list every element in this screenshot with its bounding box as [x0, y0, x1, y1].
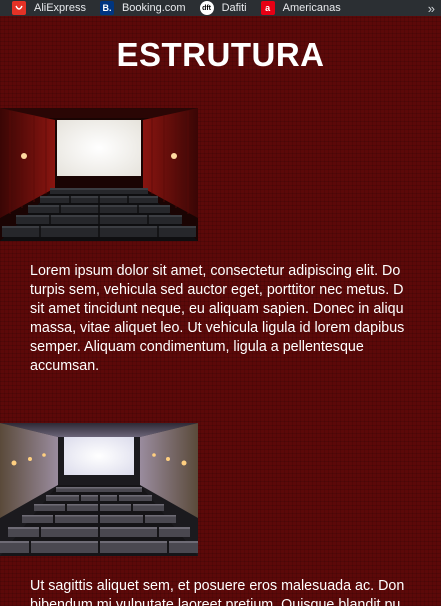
text-line: sit amet tincidunt neque, eu aliquam sap… — [30, 301, 404, 317]
bookmark-label: Booking.com — [121, 2, 186, 14]
text-line: Ut sagittis aliquet sem, et posuere eros… — [30, 578, 405, 594]
text-line: bibendum mi vulputate laoreet pretium. Q… — [30, 597, 401, 606]
text-line: massa, vitae aliquet leo. Ut vehicula li… — [30, 320, 405, 336]
text-line: accumsan. — [30, 358, 100, 374]
bookmark-label: Dafiti — [221, 2, 247, 14]
bookmark-label: AliExpress — [34, 2, 86, 14]
text-line: semper. Aliquam condimentum, ligula a pe… — [30, 339, 364, 355]
bookmark-booking[interactable]: B. Booking.com — [99, 0, 186, 16]
bookmarks-bar: AliExpress B. Booking.com dft Dafiti a A… — [0, 0, 441, 16]
section-text: Ut sagittis aliquet sem, et posuere eros… — [30, 577, 441, 606]
booking-icon: B. — [99, 1, 114, 15]
text-line: turpis sem, vehicula sed auctor eget, po… — [30, 282, 404, 298]
text-line: Lorem ipsum dolor sit amet, consectetur … — [30, 263, 401, 279]
bookmarks-overflow-button[interactable]: » — [428, 0, 435, 16]
page-title: ESTRUTURA — [116, 36, 325, 73]
cinema-hall-lounge-photo — [0, 423, 198, 556]
aliexpress-icon — [12, 1, 26, 15]
bookmark-dafiti[interactable]: dft Dafiti — [199, 0, 247, 16]
bookmark-americanas[interactable]: a Americanas — [260, 0, 341, 16]
bookmark-aliexpress[interactable]: AliExpress — [12, 0, 86, 16]
bookmark-label: Americanas — [282, 2, 341, 14]
section-text: Lorem ipsum dolor sit amet, consectetur … — [30, 262, 441, 376]
cinema-hall-red-photo — [0, 108, 198, 241]
dafiti-icon: dft — [199, 1, 214, 15]
americanas-icon: a — [260, 1, 275, 15]
